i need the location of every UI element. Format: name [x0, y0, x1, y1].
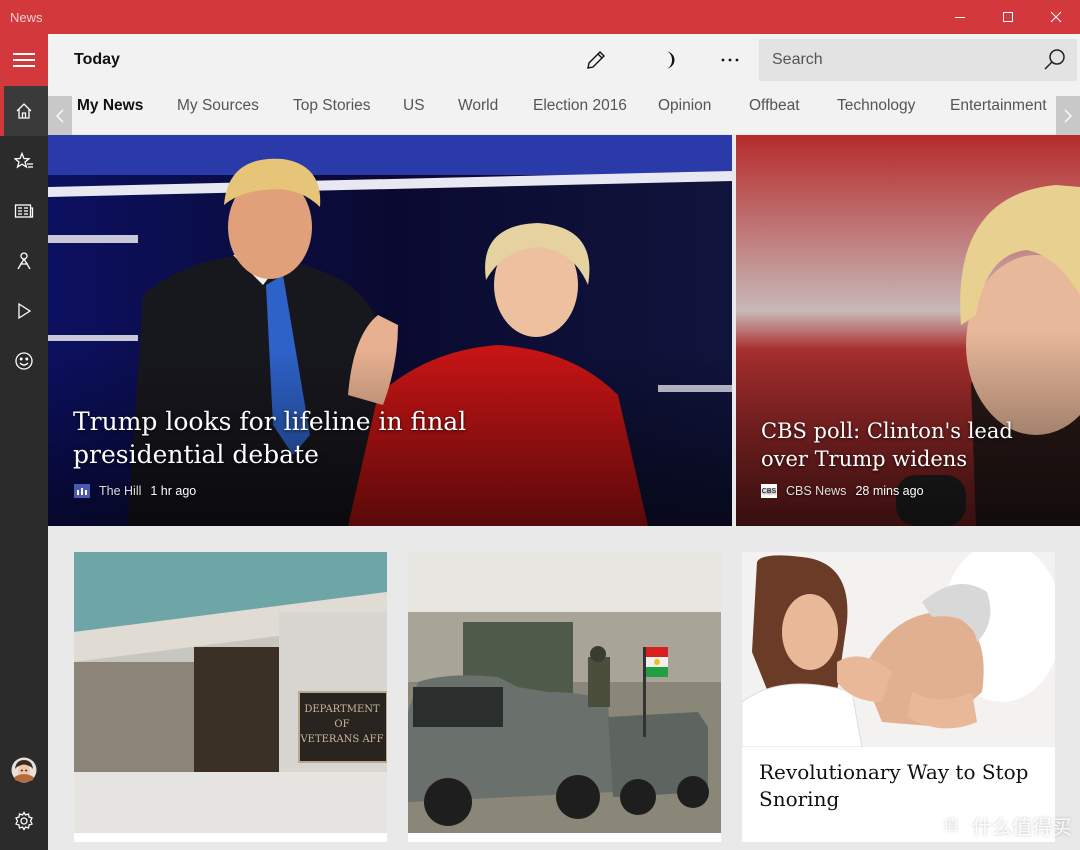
pencil-icon	[587, 51, 605, 69]
tab-us[interactable]: US	[403, 97, 425, 115]
category-tabs: My News My Sources Top Stories US World …	[48, 88, 1080, 136]
hero-side-title[interactable]: CBS poll: Clinton's lead over Trump wide…	[761, 418, 1061, 473]
watermark-text: 什么值得买	[972, 814, 1072, 839]
tab-technology[interactable]: Technology	[837, 97, 915, 115]
sign-line-3: VETERANS AFF	[299, 734, 383, 745]
sign-line-2: OF	[334, 719, 349, 730]
edit-button[interactable]	[576, 46, 616, 74]
chevron-left-icon	[56, 109, 64, 123]
account-button[interactable]	[0, 745, 48, 795]
avatar	[11, 757, 37, 783]
tab-opinion[interactable]: Opinion	[658, 97, 711, 115]
story-card-military[interactable]	[408, 552, 721, 842]
page-title: Today	[74, 51, 120, 68]
tab-my-sources[interactable]: My Sources	[177, 97, 259, 115]
minimize-icon	[955, 17, 965, 18]
watermark-logo: 值	[936, 810, 966, 840]
building-photo: DEPARTMENT OF VETERANS AFF	[74, 552, 387, 833]
title-bar: News	[0, 0, 1080, 34]
snoring-photo	[742, 552, 1055, 747]
cbs-logo: CBS	[761, 484, 777, 498]
close-icon	[1050, 11, 1062, 23]
nav-rail	[0, 34, 48, 850]
tab-entertainment[interactable]: Entertainment	[950, 97, 1047, 115]
nav-sources[interactable]	[0, 186, 48, 236]
hero-main-title[interactable]: Trump looks for lifeline in final presid…	[73, 405, 493, 471]
tab-my-news[interactable]: My News	[77, 97, 143, 115]
hamburger-button[interactable]	[0, 34, 48, 86]
tab-election-2016[interactable]: Election 2016	[533, 97, 627, 115]
minimize-button[interactable]	[937, 0, 983, 34]
hero-side-meta: CBS CBS News 28 mins ago	[761, 484, 924, 498]
watermark: 值 什么值得买	[936, 810, 1072, 840]
home-icon	[16, 103, 32, 119]
nav-local[interactable]	[0, 236, 48, 286]
hero-side-time: 28 mins ago	[855, 484, 924, 498]
story-card-veterans[interactable]: DEPARTMENT OF VETERANS AFF	[74, 552, 387, 842]
app-header: Today My News My Sources Top Stories US …	[48, 34, 1080, 136]
search-input[interactable]	[759, 39, 1029, 81]
hero-main-source: The Hill	[99, 484, 142, 498]
play-icon	[18, 302, 32, 320]
chevron-right-icon	[1064, 109, 1072, 123]
gear-icon	[15, 811, 33, 831]
maximize-button[interactable]	[985, 0, 1031, 34]
hero-side-source: CBS News	[786, 484, 847, 498]
tabs-scroll-left[interactable]	[48, 96, 72, 136]
newspaper-icon	[14, 204, 34, 218]
more-button[interactable]	[710, 46, 750, 74]
tabs-scroll-right[interactable]	[1056, 96, 1080, 136]
nav-video[interactable]	[0, 286, 48, 336]
hero-main-time: 1 hr ago	[150, 484, 197, 498]
tab-world[interactable]: World	[458, 97, 498, 115]
person-icon	[17, 252, 31, 270]
maximize-icon	[1003, 12, 1013, 22]
search-icon	[1044, 49, 1065, 70]
hero-story-side[interactable]: CBS poll: Clinton's lead over Trump wide…	[736, 135, 1080, 526]
hamburger-icon	[13, 53, 35, 67]
smiley-icon	[15, 352, 33, 370]
the-hill-logo	[74, 484, 90, 498]
story-card-snoring-title[interactable]: Revolutionary Way to Stop Snoring	[759, 759, 1039, 813]
more-icon	[721, 58, 739, 62]
story-card-snoring[interactable]: Revolutionary Way to Stop Snoring	[742, 552, 1055, 842]
tab-top-stories[interactable]: Top Stories	[293, 97, 371, 115]
close-button[interactable]	[1033, 0, 1079, 34]
nav-home[interactable]	[0, 86, 48, 136]
tab-offbeat[interactable]: Offbeat	[749, 97, 800, 115]
hero-main-meta: The Hill 1 hr ago	[74, 484, 196, 498]
nav-feedback[interactable]	[0, 336, 48, 386]
moon-icon	[666, 51, 675, 69]
search-box	[759, 39, 1077, 81]
theme-button[interactable]	[648, 46, 688, 74]
star-list-icon	[14, 152, 33, 169]
military-trucks-photo	[408, 552, 721, 833]
window-title: News	[10, 10, 43, 25]
hero-story-main[interactable]: Trump looks for lifeline in final presid…	[48, 135, 732, 526]
the-hill-logo-mark	[77, 488, 87, 495]
sign-line-1: DEPARTMENT	[304, 704, 380, 715]
nav-interests[interactable]	[0, 136, 48, 186]
search-button[interactable]	[1033, 39, 1077, 81]
settings-button[interactable]	[0, 796, 48, 846]
